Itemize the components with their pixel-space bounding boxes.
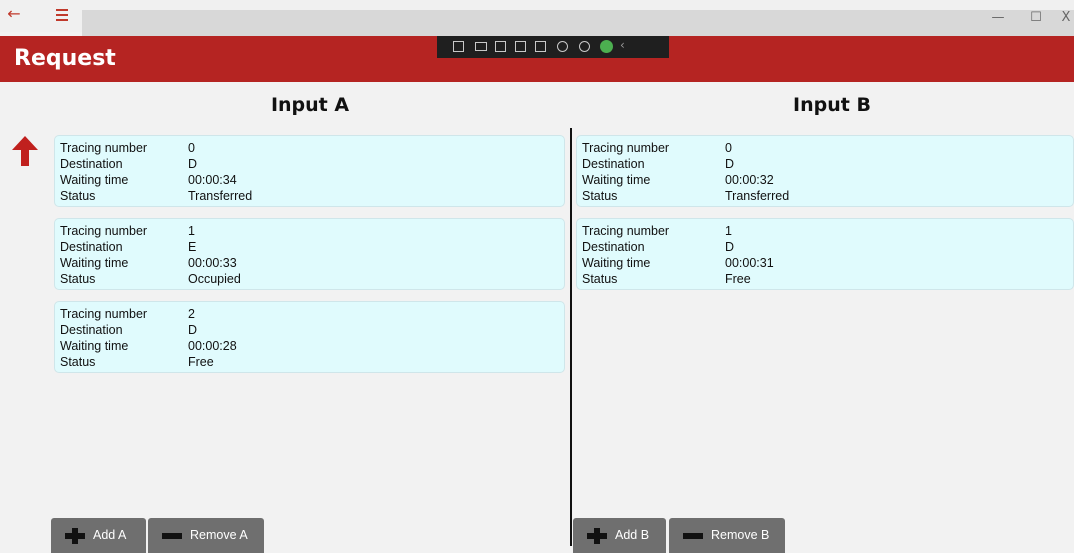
title-area <box>82 10 1074 36</box>
minus-icon <box>683 533 703 539</box>
status-value: Free <box>188 355 214 369</box>
minus-icon <box>162 533 182 539</box>
card-label: Waiting time <box>582 173 651 187</box>
remove-a-button[interactable]: Remove A <box>148 518 264 553</box>
remove-b-label: Remove B <box>711 528 770 542</box>
debug-toolbar: ‹ <box>437 36 669 58</box>
select-element-icon[interactable] <box>495 41 506 52</box>
card-label: Destination <box>60 157 123 171</box>
page-title: Request <box>14 46 116 71</box>
live-tree-icon[interactable] <box>453 41 464 52</box>
card-label: Tracing number <box>60 224 148 238</box>
collapse-chevron-icon[interactable]: ‹ <box>620 38 625 52</box>
input-a-card[interactable]: Tracing number Destination Waiting time … <box>54 135 565 207</box>
hot-reload-icon[interactable] <box>557 41 568 52</box>
back-arrow-icon[interactable]: ← <box>6 5 22 23</box>
card-label: Status <box>60 272 96 286</box>
waiting-time-value: 00:00:31 <box>725 256 774 270</box>
input-b-card[interactable]: Tracing number Destination Waiting time … <box>576 218 1074 290</box>
accessibility-icon[interactable] <box>579 41 590 52</box>
add-b-label: Add B <box>615 528 650 542</box>
tracing-number-value: 2 <box>188 307 195 321</box>
column-divider <box>570 128 572 546</box>
waiting-time-value: 00:00:33 <box>188 256 237 270</box>
input-a-card[interactable]: Tracing number Destination Waiting time … <box>54 218 565 290</box>
card-label: Status <box>60 355 96 369</box>
add-a-button[interactable]: Add A <box>51 518 146 553</box>
remove-a-label: Remove A <box>190 528 248 542</box>
video-icon[interactable] <box>475 42 487 51</box>
maximize-button[interactable]: ☐ <box>1022 8 1050 28</box>
status-value: Transferred <box>188 189 253 203</box>
remove-b-button[interactable]: Remove B <box>669 518 785 553</box>
status-value: Free <box>725 272 751 286</box>
card-label: Destination <box>582 240 645 254</box>
waiting-time-value: 00:00:28 <box>188 339 237 353</box>
card-label: Waiting time <box>60 339 129 353</box>
card-label: Tracing number <box>60 307 148 321</box>
up-arrow-icon <box>12 136 38 166</box>
hamburger-icon[interactable] <box>54 7 70 23</box>
plus-icon <box>65 528 85 544</box>
tracing-number-value: 1 <box>188 224 195 238</box>
card-label: Tracing number <box>60 141 148 155</box>
window-titlebar: ← — ☐ X <box>0 0 1074 36</box>
destination-value: D <box>188 157 198 171</box>
minimize-button[interactable]: — <box>984 8 1012 28</box>
card-label: Destination <box>60 240 123 254</box>
close-button[interactable]: X <box>1058 8 1074 28</box>
card-label: Destination <box>60 323 123 337</box>
input-b-card[interactable]: Tracing number Destination Waiting time … <box>576 135 1074 207</box>
card-label: Destination <box>582 157 645 171</box>
tracing-number-value: 0 <box>725 141 732 155</box>
card-label: Waiting time <box>60 256 129 270</box>
destination-value: D <box>188 323 198 337</box>
status-value: Transferred <box>725 189 790 203</box>
track-focus-icon[interactable] <box>535 41 546 52</box>
card-label: Status <box>582 272 618 286</box>
destination-value: D <box>725 157 735 171</box>
card-label: Tracing number <box>582 224 670 238</box>
tracing-number-value: 1 <box>725 224 732 238</box>
card-label: Status <box>582 189 618 203</box>
destination-value: D <box>725 240 735 254</box>
card-label: Tracing number <box>582 141 670 155</box>
card-label: Waiting time <box>582 256 651 270</box>
input-b-title: Input B <box>793 94 871 116</box>
check-icon[interactable] <box>600 40 613 53</box>
plus-icon <box>587 528 607 544</box>
waiting-time-value: 00:00:32 <box>725 173 774 187</box>
add-a-label: Add A <box>93 528 127 542</box>
card-label: Waiting time <box>60 173 129 187</box>
card-label: Status <box>60 189 96 203</box>
waiting-time-value: 00:00:34 <box>188 173 237 187</box>
destination-value: E <box>188 240 197 254</box>
layout-adorner-icon[interactable] <box>515 41 526 52</box>
tracing-number-value: 0 <box>188 141 195 155</box>
status-value: Occupied <box>188 272 241 286</box>
add-b-button[interactable]: Add B <box>573 518 666 553</box>
input-a-title: Input A <box>270 94 350 116</box>
input-a-card[interactable]: Tracing number Destination Waiting time … <box>54 301 565 373</box>
